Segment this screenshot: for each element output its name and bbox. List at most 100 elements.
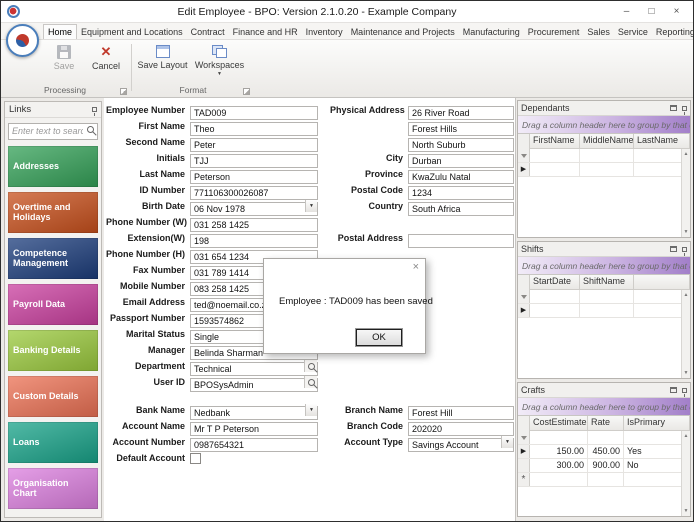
id-number-field[interactable] xyxy=(190,186,318,200)
close-button[interactable]: × xyxy=(664,3,689,21)
last-name-field[interactable] xyxy=(190,170,318,184)
tab-finance-and-hr[interactable]: Finance and HR xyxy=(229,25,302,39)
scroll-down-icon[interactable]: ▼ xyxy=(684,508,689,514)
pin-icon[interactable] xyxy=(682,387,687,397)
employee-number-field[interactable] xyxy=(190,106,318,120)
close-icon[interactable]: × xyxy=(413,261,419,273)
tab-sales[interactable]: Sales xyxy=(583,25,614,39)
column-header[interactable]: FirstName xyxy=(530,134,580,149)
scroll-down-icon[interactable]: ▼ xyxy=(684,229,689,235)
dialog-launcher-icon[interactable] xyxy=(243,88,250,95)
postal-code-field[interactable] xyxy=(408,186,514,200)
table-row[interactable]: ▶ 150.00 450.00 Yes xyxy=(518,445,690,459)
department-field[interactable] xyxy=(190,362,318,376)
link-tile-banking-details[interactable]: Banking Details xyxy=(8,329,98,371)
tab-home[interactable]: Home xyxy=(43,24,78,39)
workspaces-icon xyxy=(212,45,227,58)
link-tile-payroll-data[interactable]: Payroll Data xyxy=(8,283,98,325)
pin-icon[interactable] xyxy=(92,107,97,116)
link-tile-custom-details[interactable]: Custom Details xyxy=(8,375,98,417)
vertical-scrollbar[interactable]: ▲ ▼ xyxy=(681,290,690,378)
links-search-input[interactable] xyxy=(8,122,98,140)
physical-address-line1-field[interactable] xyxy=(408,106,514,120)
extension-work-field[interactable] xyxy=(190,234,318,248)
physical-address-line3-field[interactable] xyxy=(408,138,514,152)
tab-reporting[interactable]: Reporting xyxy=(652,25,693,39)
table-row[interactable]: 300.00 900.00 No xyxy=(518,459,690,473)
application-button[interactable] xyxy=(6,24,39,57)
user-id-lookup-button[interactable] xyxy=(304,376,317,388)
vertical-scrollbar[interactable]: ▲ ▼ xyxy=(681,431,690,516)
tab-procurement[interactable]: Procurement xyxy=(524,25,584,39)
column-header[interactable]: LastName xyxy=(634,134,690,149)
filter-row[interactable] xyxy=(518,431,690,445)
dialog-launcher-icon[interactable] xyxy=(120,88,127,95)
first-name-field[interactable] xyxy=(190,122,318,136)
minimize-button[interactable]: – xyxy=(614,3,639,21)
column-header[interactable]: IsPrimary xyxy=(624,416,690,431)
filter-row[interactable] xyxy=(518,149,690,163)
physical-address-line2-field[interactable] xyxy=(408,122,514,136)
tab-service[interactable]: Service xyxy=(614,25,652,39)
field-label: Extension(W) xyxy=(127,233,186,243)
column-header[interactable] xyxy=(634,275,690,290)
chevron-down-icon[interactable]: ▼ xyxy=(305,404,317,416)
maximize-panel-icon[interactable] xyxy=(670,387,677,393)
default-account-checkbox[interactable] xyxy=(190,452,201,464)
tab-inventory[interactable]: Inventory xyxy=(302,25,347,39)
scroll-up-icon[interactable]: ▲ xyxy=(684,151,689,157)
postal-address-field[interactable] xyxy=(408,234,514,248)
birth-date-field[interactable] xyxy=(190,202,318,216)
user-id-field[interactable] xyxy=(190,378,318,392)
maximize-panel-icon[interactable] xyxy=(670,105,677,111)
maximize-button[interactable]: □ xyxy=(639,3,664,21)
scroll-up-icon[interactable]: ▲ xyxy=(684,292,689,298)
link-tile-competence-management[interactable]: Competence Management xyxy=(8,237,98,279)
table-row[interactable]: ▶ xyxy=(518,304,690,318)
save-layout-button[interactable]: Save Layout xyxy=(134,43,191,70)
column-header[interactable]: Rate xyxy=(588,416,624,431)
group-by-hint: Drag a column header here to group by th… xyxy=(518,257,690,275)
filter-row[interactable] xyxy=(518,290,690,304)
pin-icon[interactable] xyxy=(682,105,687,115)
scroll-up-icon[interactable]: ▲ xyxy=(684,433,689,439)
workspaces-button[interactable]: Workspaces ▼ xyxy=(191,43,248,77)
link-tile-loans[interactable]: Loans xyxy=(8,421,98,463)
chevron-down-icon[interactable]: ▼ xyxy=(305,200,317,212)
city-field[interactable] xyxy=(408,154,514,168)
column-header[interactable]: StartDate xyxy=(530,275,580,290)
branch-code-field[interactable] xyxy=(408,422,514,436)
maximize-panel-icon[interactable] xyxy=(670,246,677,252)
cancel-button[interactable]: ✕ Cancel xyxy=(85,43,127,72)
column-header[interactable]: MiddleName xyxy=(580,134,634,149)
link-tile-overtime-and-holidays[interactable]: Overtime and Holidays xyxy=(8,191,98,233)
link-tile-organisation-chart[interactable]: Organisation Chart xyxy=(8,467,98,509)
country-field[interactable] xyxy=(408,202,514,216)
tab-contract[interactable]: Contract xyxy=(187,25,229,39)
scroll-down-icon[interactable]: ▼ xyxy=(684,370,689,376)
link-tile-addresses[interactable]: Addresses xyxy=(8,145,98,187)
pin-icon[interactable] xyxy=(682,246,687,256)
branch-name-field[interactable] xyxy=(408,406,514,420)
account-type-field[interactable] xyxy=(408,438,514,452)
account-number-field[interactable] xyxy=(190,438,318,452)
tab-maintenance-and-projects[interactable]: Maintenance and Projects xyxy=(347,25,459,39)
tab-manufacturing[interactable]: Manufacturing xyxy=(459,25,524,39)
column-header[interactable]: ShiftName xyxy=(580,275,634,290)
vertical-scrollbar[interactable]: ▲ ▼ xyxy=(681,149,690,237)
account-name-field[interactable] xyxy=(190,422,318,436)
table-row[interactable]: ▶ xyxy=(518,163,690,177)
bank-name-field[interactable] xyxy=(190,406,318,420)
new-row[interactable]: * xyxy=(518,473,690,487)
second-name-field[interactable] xyxy=(190,138,318,152)
column-header[interactable]: CostEstimate xyxy=(530,416,588,431)
ok-button[interactable]: OK xyxy=(356,329,402,346)
chevron-down-icon[interactable]: ▼ xyxy=(501,436,513,448)
save-button[interactable]: Save xyxy=(43,43,85,71)
phone-work-field[interactable] xyxy=(190,218,318,232)
province-field[interactable] xyxy=(408,170,514,184)
ribbon-group-format: Save Layout Workspaces ▼ Format xyxy=(134,40,252,97)
initials-field[interactable] xyxy=(190,154,318,168)
tab-equipment-and-locations[interactable]: Equipment and Locations xyxy=(77,25,187,39)
department-lookup-button[interactable] xyxy=(304,360,317,372)
